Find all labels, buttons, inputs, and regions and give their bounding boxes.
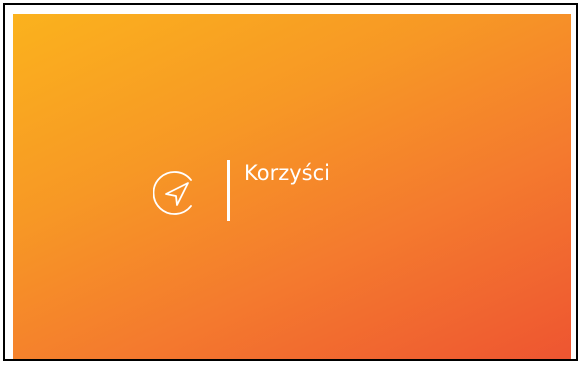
divider-line [227, 160, 230, 221]
card-title: Korzyści [244, 161, 330, 185]
navigation-arrow-icon [153, 168, 203, 218]
benefits-card[interactable]: Korzyści [13, 14, 571, 359]
